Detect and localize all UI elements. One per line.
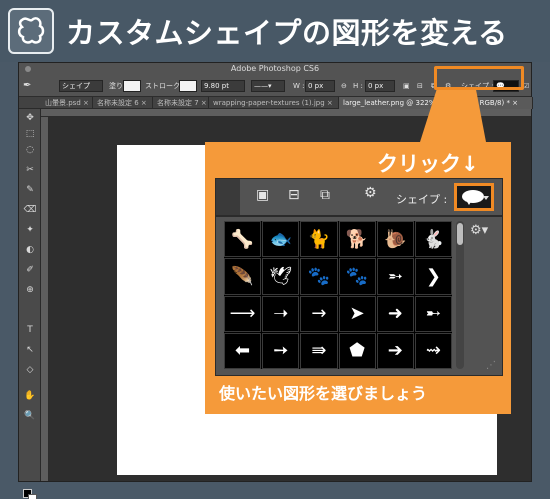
pen-tool-icon[interactable]: ✒ <box>23 80 31 92</box>
arrowhead-shape[interactable]: ➤ <box>338 295 376 332</box>
stroke-swatch[interactable] <box>179 80 197 92</box>
path-select-tool-icon[interactable]: ↖ <box>23 345 37 356</box>
dog-shape[interactable]: 🐕 <box>338 221 376 258</box>
zoomed-swatch <box>216 179 240 215</box>
shape-label: シェイプ : <box>396 193 448 206</box>
triple-arrow-shape[interactable]: ⇛ <box>300 332 338 369</box>
shape-picker-highlight <box>434 66 524 90</box>
tool-mode-select[interactable]: シェイプ <box>59 80 103 92</box>
path-ops-icon[interactable]: ▣ <box>403 80 410 92</box>
window-close-button[interactable] <box>25 66 31 72</box>
chevron-down-icon <box>483 196 489 200</box>
fish-shape[interactable]: 🐟 <box>262 221 300 258</box>
scrollbar-thumb[interactable] <box>457 223 463 245</box>
rabbit-shape[interactable]: 🐇 <box>414 221 452 258</box>
stroke-type-select[interactable]: ——▾ <box>251 80 285 92</box>
tab-document-2[interactable]: 名称未設定 6 × <box>93 97 153 109</box>
tab-document-3[interactable]: 名称未設定 7 × <box>153 97 209 109</box>
custom-shape-tool-icon[interactable]: ◇ <box>23 365 37 376</box>
window-title: Adobe Photoshop CS6 <box>230 64 320 73</box>
width-label: W : <box>293 82 305 90</box>
wavy-arrow-shape[interactable]: ⇝ <box>414 332 452 369</box>
type-tool-icon[interactable]: T <box>23 325 37 336</box>
caption: 使いたい図形を選びましょう <box>219 384 428 403</box>
height-field[interactable]: 0 px <box>365 80 395 92</box>
arrow-11-shape[interactable]: ➔ <box>376 332 414 369</box>
hand-tool-icon[interactable]: ✋ <box>23 391 37 402</box>
shape-grid: 🦴 🐟 🐈 🐕 🐌 🐇 🪶 🕊 🐾 🐾 ➵ ❯ ⟶ ➝ → ➤ ➜ ➸ ⬅ ➙ ⇛ ⬟ ➔ ⇝ <box>224 221 452 369</box>
bone-shape[interactable]: 🦴 <box>224 221 262 258</box>
cat-shape[interactable]: 🐈 <box>300 221 338 258</box>
arrow-feather-shape[interactable]: ➵ <box>376 258 414 295</box>
zoom-callout-panel: クリック↓ ▣ ⊟ ⧉ ⚙ シェイプ : 🦴 🐟 🐈 🐕 🐌 🐇 🪶 🕊 🐾 🐾 ➵ ❯ ⟶ ➝ → ➤ ➜ ➸ ⬅… <box>205 142 511 414</box>
arrow-6-shape[interactable]: ➸ <box>414 295 452 332</box>
arrow-3-shape[interactable]: → <box>300 295 338 332</box>
resize-grip-icon[interactable]: ⋰ <box>486 360 496 371</box>
zoomed-options-bar: ▣ ⊟ ⧉ ⚙ シェイプ : <box>215 178 503 216</box>
path-arrange-icon[interactable]: ⧉ <box>320 187 330 203</box>
marquee-tool-icon[interactable]: ⬚ <box>23 129 37 140</box>
zoom-tool-icon[interactable]: 🔍 <box>23 411 37 422</box>
paw-prints-shape[interactable]: 🐾 <box>338 258 376 295</box>
arrow-2-shape[interactable]: ➝ <box>262 295 300 332</box>
block-arrow-shape[interactable]: ⬅ <box>224 332 262 369</box>
speech-bubble-tail <box>466 200 472 205</box>
clone-tool-icon[interactable]: ⊕ <box>23 285 37 296</box>
bird-shape[interactable]: 🕊 <box>262 258 300 295</box>
brush-tool-icon[interactable]: ✎ <box>23 185 37 196</box>
tab-document-4[interactable]: wrapping-paper-textures (1).jpg × <box>209 97 339 109</box>
paw-print-shape[interactable]: 🐾 <box>300 258 338 295</box>
bold-arrow-shape[interactable]: ➜ <box>376 295 414 332</box>
snail-shape[interactable]: 🐌 <box>376 221 414 258</box>
shape-picker-panel: 🦴 🐟 🐈 🐕 🐌 🐇 🪶 🕊 🐾 🐾 ➵ ❯ ⟶ ➝ → ➤ ➜ ➸ ⬅ ➙ ⇛ ⬟ ➔ ⇝ ⚙▾ ⋰ <box>215 216 503 376</box>
stroke-width-field[interactable]: 9.80 pt <box>201 80 245 92</box>
fill-swatch[interactable] <box>123 80 141 92</box>
header-banner: カスタムシェイプの図形を変える <box>0 0 550 62</box>
arrow-8-shape[interactable]: ➙ <box>262 332 300 369</box>
pen-tool-icon[interactable]: ✐ <box>23 265 37 276</box>
picker-settings-gear-icon[interactable]: ⚙▾ <box>470 223 488 238</box>
height-label: H : <box>353 82 363 90</box>
chevron-shape[interactable]: ❯ <box>414 258 452 295</box>
shape-picker-button[interactable] <box>454 183 494 211</box>
click-instruction: クリック↓ <box>377 152 479 176</box>
move-tool-icon[interactable]: ✥ <box>23 113 37 124</box>
gear-icon[interactable]: ⚙ <box>364 185 377 201</box>
shape-picker-scrollbar[interactable] <box>456 221 464 369</box>
dodge-tool-icon[interactable]: ◐ <box>23 245 37 256</box>
custom-shape-icon <box>8 8 54 54</box>
thin-arrow-shape[interactable]: ⟶ <box>224 295 262 332</box>
tab-document-1[interactable]: 山暈景.psd × <box>41 97 93 109</box>
background-color-swatch[interactable] <box>28 494 37 499</box>
crop-tool-icon[interactable]: ✂ <box>23 165 37 176</box>
path-align-icon[interactable]: ⊟ <box>417 80 423 92</box>
path-ops-icon[interactable]: ▣ <box>256 187 269 203</box>
vertical-ruler <box>41 117 49 481</box>
tools-panel: ✥ ⬚ ◌ ✂ ✎ ⌫ ✦ ◐ ✐ ⊕ T ↖ ◇ ✋ 🔍 <box>19 109 41 499</box>
eraser-tool-icon[interactable]: ⌫ <box>23 205 37 216</box>
width-field[interactable]: 0 px <box>305 80 335 92</box>
pentagon-arrow-shape[interactable]: ⬟ <box>338 332 376 369</box>
feather-shape[interactable]: 🪶 <box>224 258 262 295</box>
path-align-icon[interactable]: ⊟ <box>288 187 300 203</box>
lasso-tool-icon[interactable]: ◌ <box>23 145 37 156</box>
link-icon[interactable]: ⊖ <box>341 80 347 92</box>
healing-tool-icon[interactable]: ✦ <box>23 225 37 236</box>
page-title: カスタムシェイプの図形を変える <box>66 16 508 50</box>
